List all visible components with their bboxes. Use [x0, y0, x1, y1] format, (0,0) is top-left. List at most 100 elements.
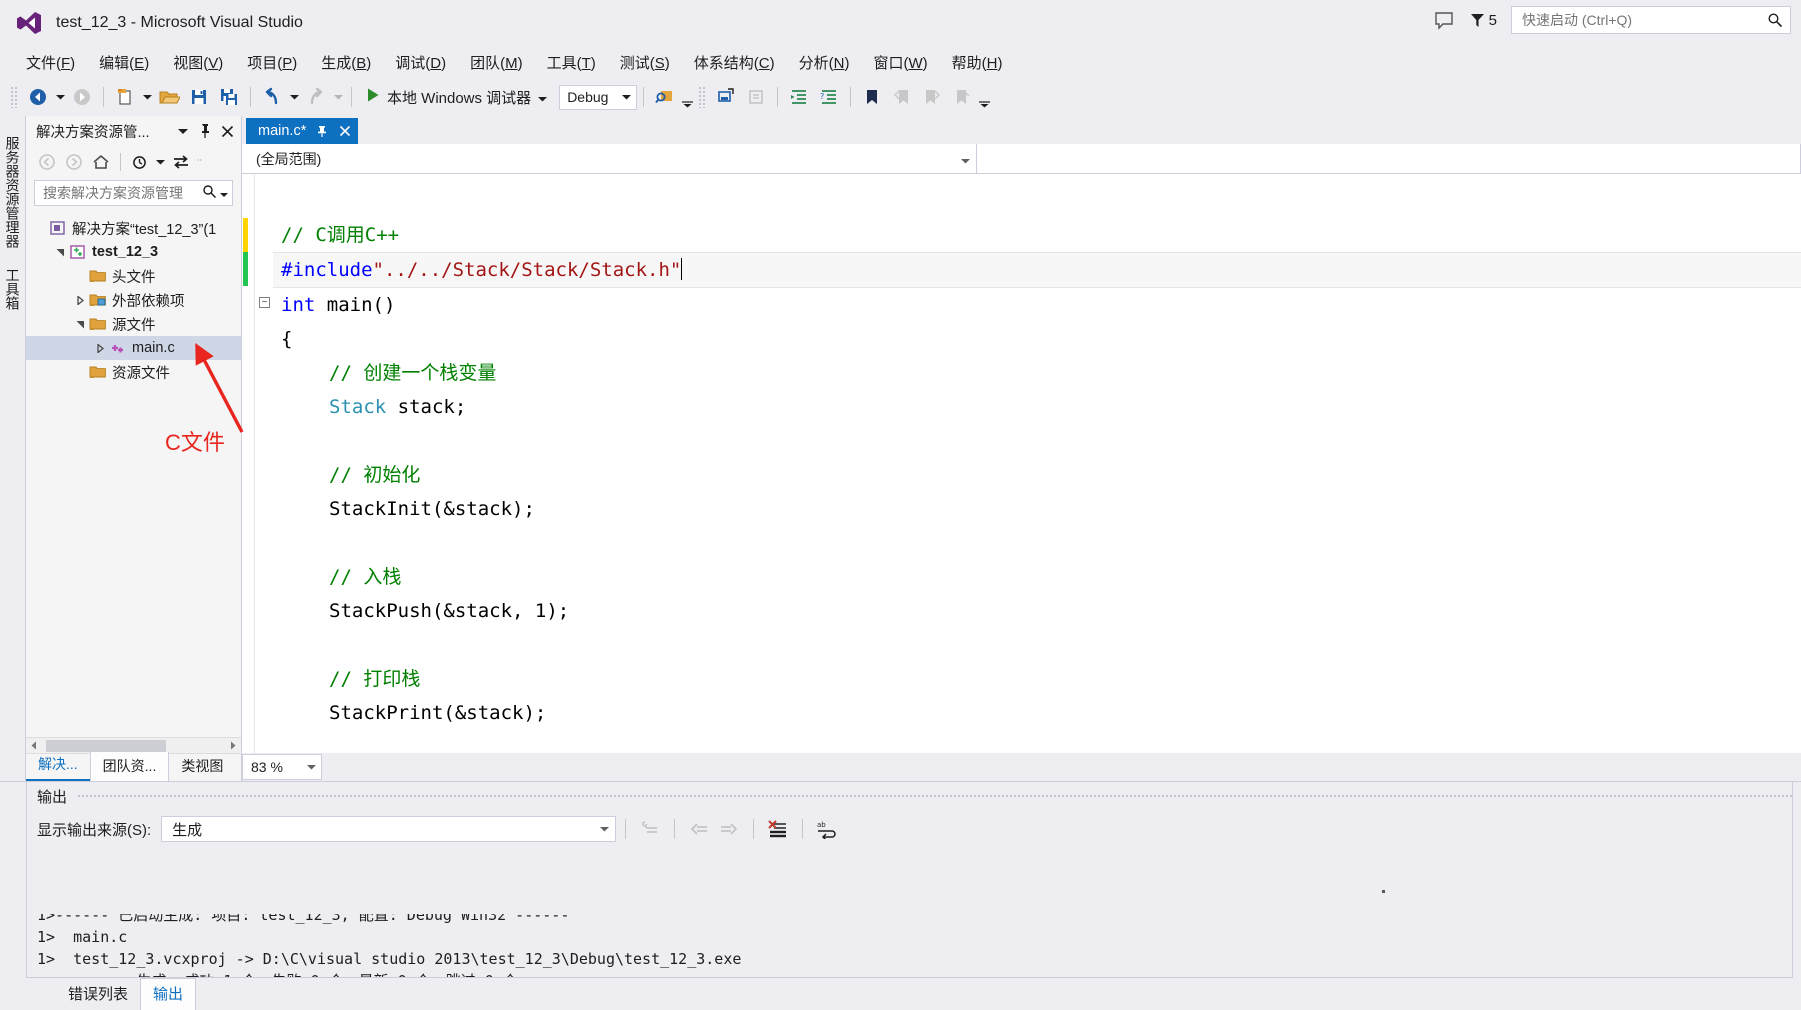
- menu-item-13[interactable]: 帮助(H): [940, 49, 1015, 76]
- code-line-12[interactable]: StackPush(&stack, 1);: [273, 594, 1801, 628]
- code-line-3[interactable]: int main(): [273, 288, 1801, 322]
- menu-item-3[interactable]: 视图(V): [161, 49, 235, 76]
- tab-class-view[interactable]: 类视图: [169, 752, 235, 781]
- find-in-files-icon[interactable]: [650, 83, 680, 111]
- code-line-2[interactable]: #include"../../Stack/Stack/Stack.h": [273, 252, 1801, 288]
- menu-item-11[interactable]: 分析(N): [787, 49, 862, 76]
- open-file-icon[interactable]: [154, 83, 184, 111]
- home-icon[interactable]: [88, 150, 114, 174]
- chevron-down-icon[interactable]: [961, 151, 970, 167]
- menu-item-12[interactable]: 窗口(W): [861, 49, 939, 76]
- zoom-level-combo[interactable]: 83 %: [242, 754, 322, 780]
- menu-item-1[interactable]: 文件(F): [14, 49, 87, 76]
- undo-dropdown-icon[interactable]: [287, 83, 301, 111]
- dock-tab-toolbox[interactable]: 工具箱: [0, 258, 27, 320]
- tree-twisty-expanded[interactable]: [72, 320, 88, 329]
- scrollbar-track[interactable]: [42, 739, 225, 752]
- code-line-9[interactable]: StackInit(&stack);: [273, 492, 1801, 526]
- toolbar-overflow-icon[interactable]: [680, 83, 694, 111]
- tree-node-1[interactable]: 解决方案“test_12_3”(1: [26, 216, 241, 240]
- close-icon[interactable]: [219, 122, 235, 140]
- navigate-back-dropdown-icon[interactable]: [53, 83, 67, 111]
- code-line-10[interactable]: [273, 526, 1801, 560]
- code-line-15[interactable]: StackPrint(&stack);: [273, 696, 1801, 730]
- code-line-11[interactable]: // 入栈: [273, 560, 1801, 594]
- code-line-7[interactable]: [273, 424, 1801, 458]
- solution-configuration-combo[interactable]: Debug: [559, 84, 638, 110]
- glyph-margin[interactable]: −: [255, 174, 273, 753]
- fold-collapse-icon[interactable]: −: [259, 297, 270, 308]
- scrollbar-thumb[interactable]: [46, 739, 166, 752]
- bookmark-icon[interactable]: [857, 83, 887, 111]
- tree-node-2[interactable]: test_12_3: [26, 240, 241, 264]
- tree-twisty-collapsed[interactable]: [72, 295, 88, 305]
- tab-solution-explorer[interactable]: 解决...: [26, 750, 90, 781]
- tree-node-7[interactable]: 资源文件: [26, 360, 241, 384]
- menu-item-2[interactable]: 编辑(E): [87, 49, 161, 76]
- member-selector[interactable]: [977, 144, 1801, 173]
- search-input[interactable]: [41, 184, 202, 202]
- code-editor[interactable]: − // C调用C++ #include"../../Stack/Stack/St…: [242, 174, 1801, 753]
- dock-tab-server-explorer[interactable]: 服务器资源管理器: [0, 126, 27, 258]
- tab-output[interactable]: 输出: [140, 978, 197, 1010]
- code-line-13[interactable]: [273, 628, 1801, 662]
- chevron-down-icon[interactable]: [175, 122, 191, 140]
- toolbar-grip[interactable]: [10, 86, 19, 108]
- sync-with-active-document-icon[interactable]: [168, 150, 194, 174]
- step-into-icon[interactable]: [711, 83, 741, 111]
- tab-team-explorer[interactable]: 团队资...: [89, 751, 170, 781]
- scroll-right-arrow-icon[interactable]: [225, 739, 241, 753]
- tree-node-6[interactable]: main.c: [26, 336, 241, 360]
- undo-icon[interactable]: [257, 83, 287, 111]
- menu-item-5[interactable]: 生成(B): [309, 49, 383, 76]
- chevron-down-icon[interactable]: [154, 150, 167, 174]
- start-debug-dropdown-icon[interactable]: [538, 89, 548, 106]
- quick-launch-input[interactable]: [1520, 11, 1782, 29]
- menu-item-7[interactable]: 团队(M): [458, 49, 535, 76]
- output-text[interactable]: 1>------ 已启动生成: 项目: test_12_3, 配置: Debug…: [27, 848, 1792, 977]
- toggle-word-wrap-icon[interactable]: ab: [812, 815, 842, 843]
- increase-indent-icon[interactable]: [784, 83, 814, 111]
- pin-icon[interactable]: [197, 122, 213, 140]
- quick-launch-box[interactable]: [1511, 6, 1791, 34]
- document-tab-main-c[interactable]: main.c*: [246, 118, 359, 144]
- save-icon[interactable]: [184, 83, 214, 111]
- tree-twisty-expanded[interactable]: [52, 248, 68, 257]
- tree-twisty-collapsed[interactable]: [92, 343, 108, 353]
- code-line-4[interactable]: {: [273, 322, 1801, 356]
- decrease-indent-icon[interactable]: ?: [814, 83, 844, 111]
- code-line-1[interactable]: // C调用C++: [273, 218, 1801, 252]
- code-line-8[interactable]: // 初始化: [273, 458, 1801, 492]
- overflow-icon[interactable]: ··: [195, 150, 209, 174]
- tree-node-4[interactable]: 外部依赖项: [26, 288, 241, 312]
- tree-node-3[interactable]: 头文件: [26, 264, 241, 288]
- feedback-icon[interactable]: [1433, 9, 1455, 31]
- menu-item-6[interactable]: 调试(D): [383, 49, 458, 76]
- close-icon[interactable]: [338, 125, 352, 137]
- menu-item-4[interactable]: 项目(P): [235, 49, 309, 76]
- navigate-back-icon[interactable]: [23, 83, 53, 111]
- code-line-6[interactable]: Stack stack;: [273, 390, 1801, 424]
- tab-error-list[interactable]: 错误列表: [56, 979, 140, 1010]
- code-line-14[interactable]: // 打印栈: [273, 662, 1801, 696]
- save-all-icon[interactable]: [214, 83, 244, 111]
- start-debug-button[interactable]: 本地 Windows 调试器: [358, 83, 555, 111]
- pin-icon[interactable]: [315, 125, 329, 138]
- menu-item-8[interactable]: 工具(T): [535, 49, 608, 76]
- scope-selector[interactable]: (全局范围): [242, 144, 977, 173]
- tree-node-5[interactable]: 源文件: [26, 312, 241, 336]
- solution-explorer-hscrollbar[interactable]: [26, 737, 241, 753]
- new-item-dropdown-icon[interactable]: [140, 83, 154, 111]
- solution-explorer-search[interactable]: [34, 180, 233, 206]
- chevron-down-icon[interactable]: [220, 185, 228, 202]
- new-item-icon[interactable]: [110, 83, 140, 111]
- pending-changes-icon[interactable]: [127, 150, 153, 174]
- notification-flag-icon[interactable]: 5: [1469, 10, 1497, 30]
- toolbar-grip[interactable]: [698, 86, 708, 108]
- code-line-5[interactable]: // 创建一个栈变量: [273, 356, 1801, 390]
- output-source-combo[interactable]: 生成: [161, 816, 617, 842]
- code-text[interactable]: // C调用C++ #include"../../Stack/Stack/Stac…: [273, 174, 1801, 753]
- menu-item-9[interactable]: 测试(S): [608, 49, 682, 76]
- menu-item-10[interactable]: 体系结构(C): [682, 49, 787, 76]
- toolbar-overflow-icon[interactable]: [977, 83, 991, 111]
